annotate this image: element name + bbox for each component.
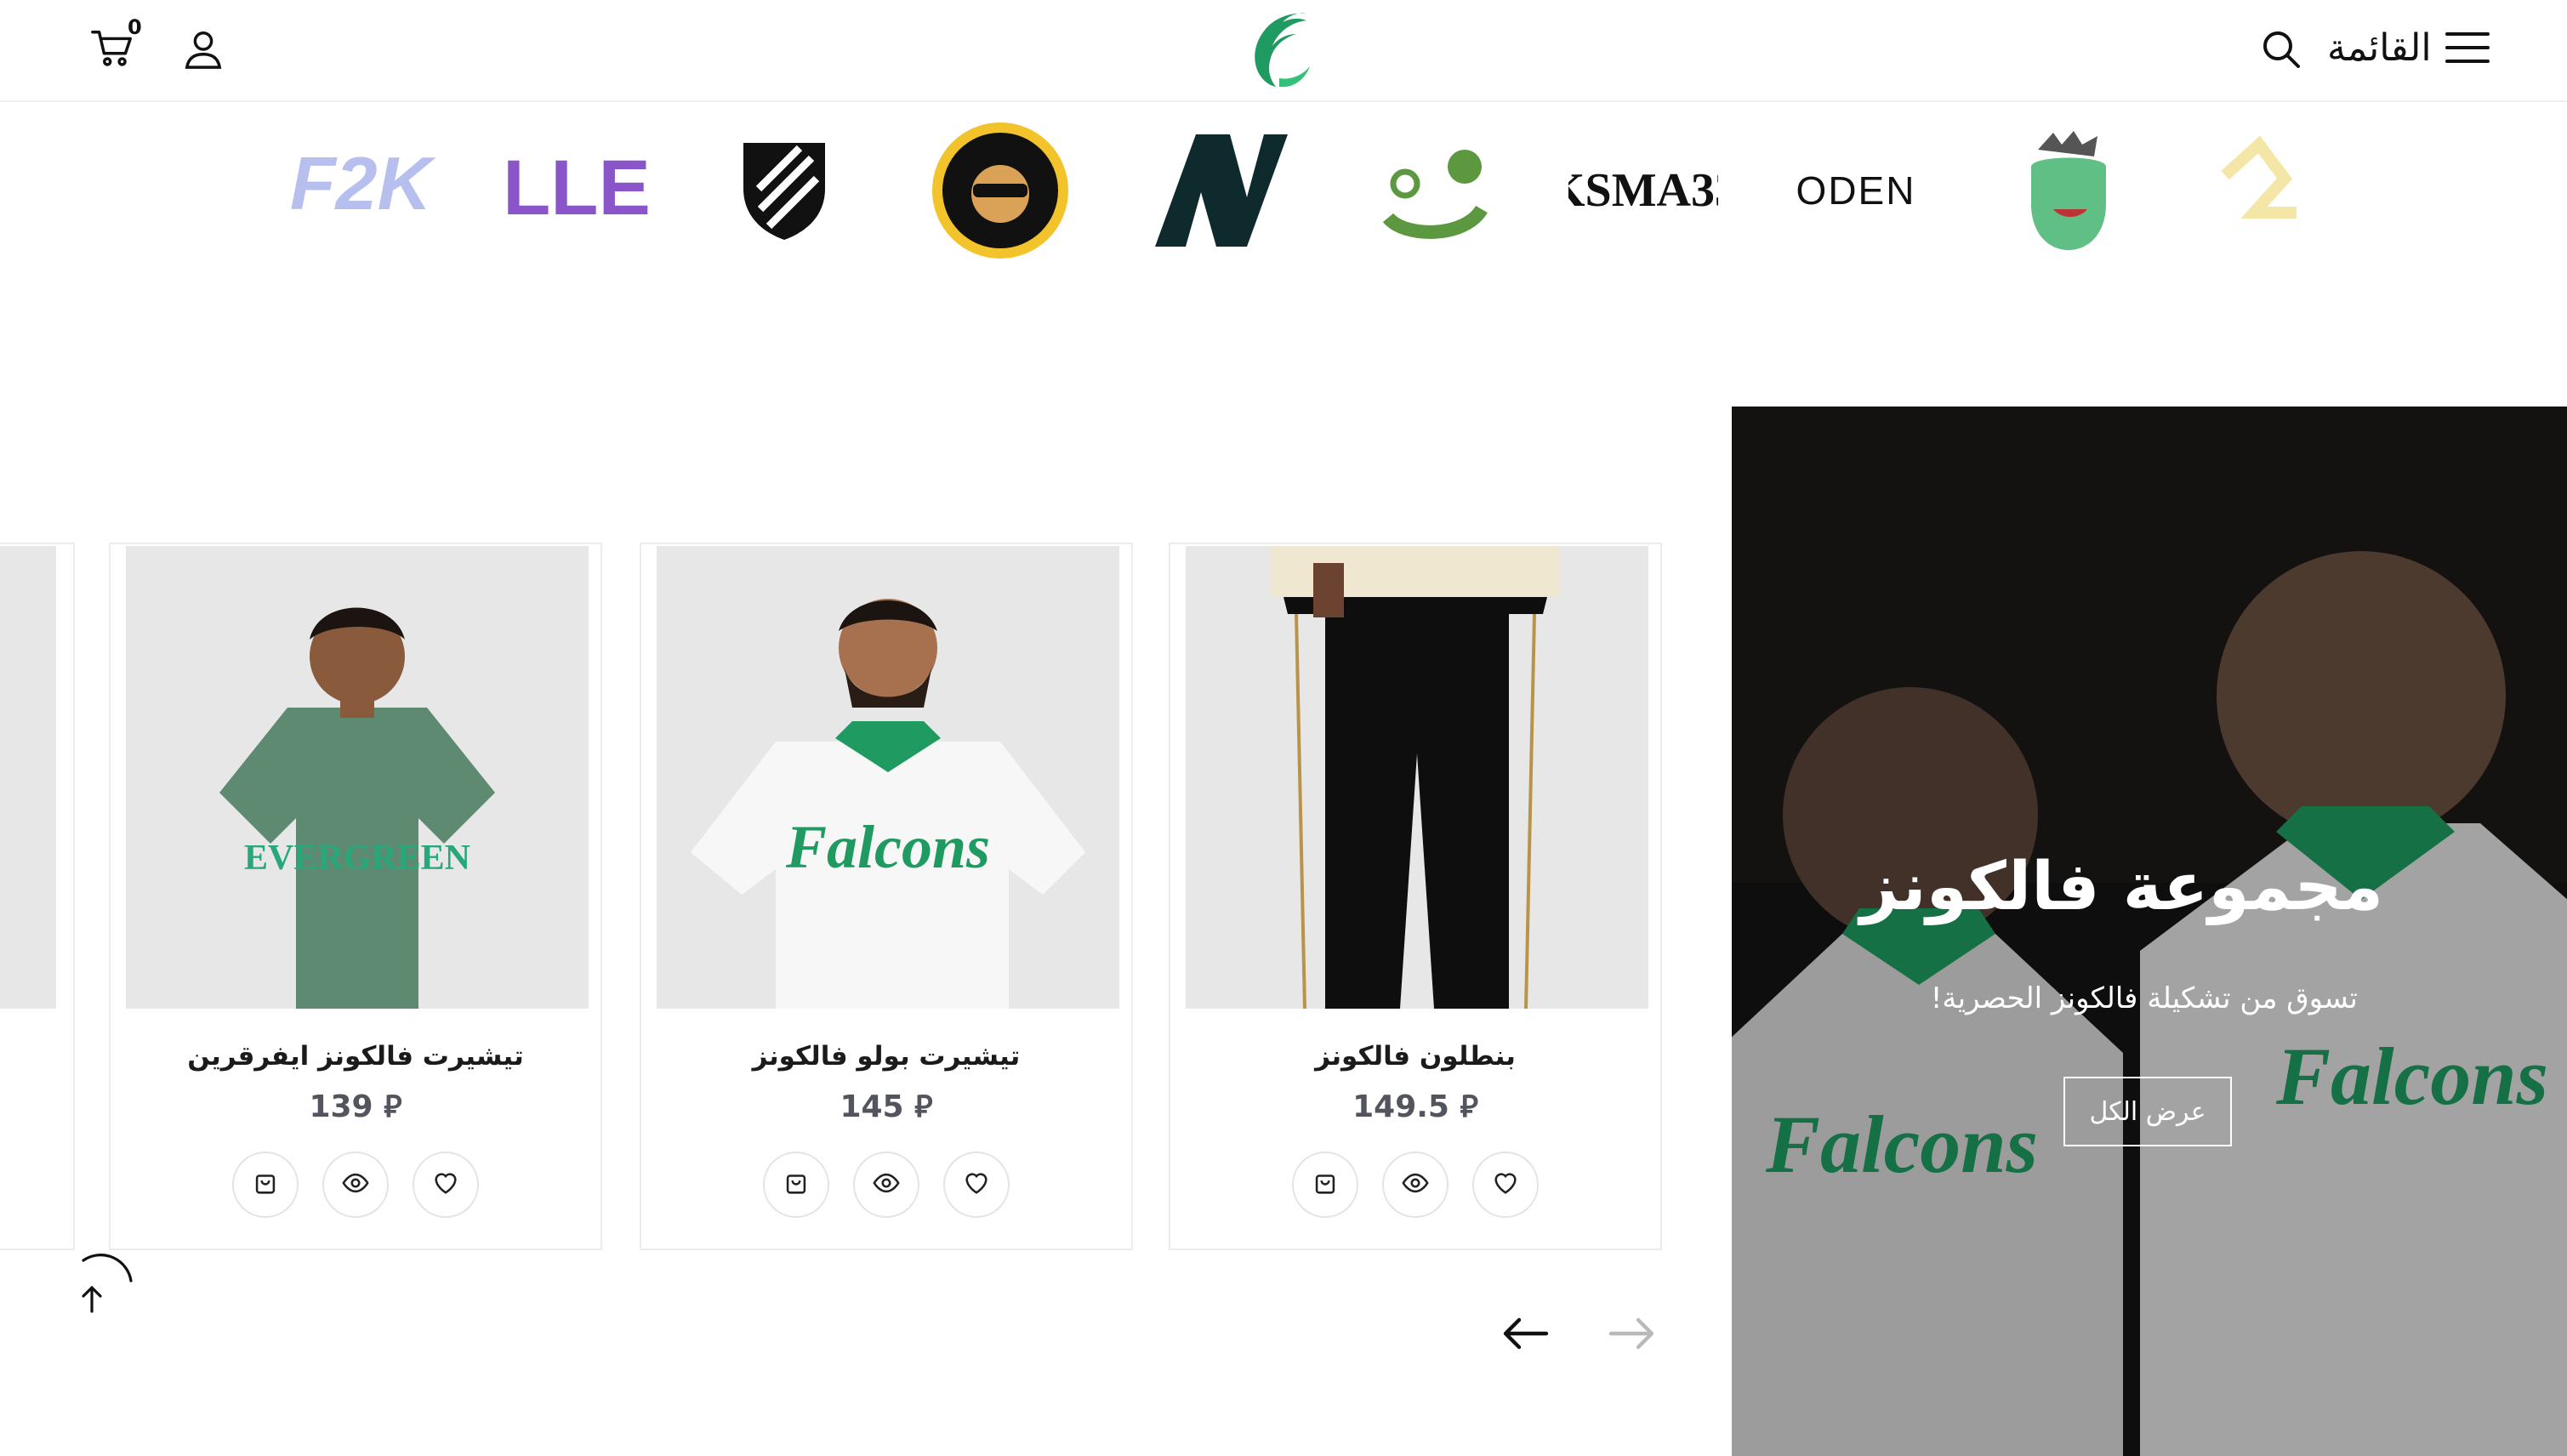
add-to-cart-button[interactable] xyxy=(763,1152,829,1218)
product-price: 139 ⃁ xyxy=(309,1089,402,1124)
heart-icon xyxy=(962,1169,991,1201)
add-to-cart-button[interactable] xyxy=(1292,1152,1358,1218)
svg-text:EVERGREEN: EVERGREEN xyxy=(244,839,470,878)
hero-photo: Falcons Falcons xyxy=(1732,407,2567,1456)
product-image[interactable]: Falcons xyxy=(657,546,1119,1009)
brand-mascot-logo[interactable] xyxy=(1994,116,2143,265)
carousel-next-arrow-icon[interactable] xyxy=(1604,1306,1659,1361)
shopping-bag-icon xyxy=(1311,1169,1340,1201)
shopping-bag-icon xyxy=(782,1169,811,1201)
quick-view-button[interactable] xyxy=(853,1152,919,1218)
scroll-to-top-icon[interactable] xyxy=(66,1250,134,1318)
heart-icon xyxy=(431,1169,460,1201)
product-price: 149.5 ⃁ xyxy=(1352,1089,1478,1124)
menu-button[interactable]: القائمة xyxy=(2327,20,2491,75)
search-icon[interactable] xyxy=(2259,27,2303,71)
wishlist-button[interactable] xyxy=(943,1152,1010,1218)
brand-oden-logo[interactable]: ODEN xyxy=(1781,116,1931,265)
svg-text:Falcons: Falcons xyxy=(785,813,990,881)
product-card[interactable]: Falcons تيشيرت بولو فالكونز 145 ⃁ xyxy=(640,543,1133,1250)
product-name[interactable]: تيشيرت بولو فالكونز xyxy=(641,1041,1131,1072)
product-card[interactable]: بنطلون فالكونز 149.5 ⃁ xyxy=(1169,543,1662,1250)
product-card[interactable]: EVERGREEN تيشيرت فالكونز ايفرقرين 139 ⃁ xyxy=(109,543,602,1250)
product-actions xyxy=(111,1152,600,1218)
brand-lle-logo[interactable]: LLE xyxy=(502,116,652,265)
product-name[interactable]: بنطلون فالكونز xyxy=(1170,1041,1660,1072)
user-icon[interactable] xyxy=(182,27,225,71)
collection-hero-banner[interactable]: Falcons Falcons مجموعة فالكونز تسوق من ت… xyxy=(1732,407,2567,1456)
eye-icon xyxy=(1401,1169,1430,1201)
carousel-prev-arrow-icon[interactable] xyxy=(1499,1306,1553,1361)
eye-icon xyxy=(872,1169,901,1201)
svg-text:F2K: F2K xyxy=(290,141,435,225)
svg-text:KSMA33: KSMA33 xyxy=(1568,164,1718,217)
brand-green-arabic-logo[interactable] xyxy=(1354,116,1504,265)
quick-view-button[interactable] xyxy=(1382,1152,1449,1218)
brand-ksma33-logo[interactable]: KSMA33 xyxy=(1568,116,1718,265)
product-name[interactable]: تيشيرت فالكونز ايفرقرين xyxy=(111,1041,600,1072)
site-header: 0 القائمة xyxy=(0,0,2567,102)
product-image[interactable]: EVERGREEN xyxy=(126,546,589,1009)
brand-n-logo[interactable] xyxy=(1141,116,1291,265)
wishlist-button[interactable] xyxy=(1472,1152,1539,1218)
wishlist-button[interactable] xyxy=(413,1152,479,1218)
menu-label: القائمة xyxy=(2327,26,2432,70)
product-actions xyxy=(641,1152,1131,1218)
svg-text:LLE: LLE xyxy=(503,145,651,231)
brand-f2k-logo[interactable]: F2K xyxy=(286,116,435,265)
heart-icon xyxy=(1491,1169,1520,1201)
hero-subtitle: تسوق من تشكيلة فالكونز الحصرية! xyxy=(1930,981,2358,1015)
brand-carousel: F2K LLE KSMA33 ODEN xyxy=(0,104,2567,274)
brand-yellow-logo[interactable] xyxy=(2191,116,2341,265)
falcons-logo[interactable] xyxy=(1245,9,1320,88)
product-price: 145 ⃁ xyxy=(840,1089,933,1124)
product-card-partial[interactable] xyxy=(0,543,75,1250)
hamburger-icon xyxy=(2444,29,2491,66)
product-actions xyxy=(1170,1152,1660,1218)
hero-title: مجموعة فالكونز xyxy=(1859,849,2383,925)
shopping-bag-icon xyxy=(251,1169,280,1201)
view-all-button[interactable]: عرض الكل xyxy=(2063,1077,2232,1146)
eye-icon xyxy=(341,1169,370,1201)
cart-count-badge: 0 xyxy=(128,15,142,39)
quick-view-button[interactable] xyxy=(322,1152,389,1218)
svg-text:ODEN: ODEN xyxy=(1796,168,1916,213)
product-image[interactable] xyxy=(1186,546,1648,1009)
add-to-cart-button[interactable] xyxy=(232,1152,299,1218)
brand-sunglasses-logo[interactable] xyxy=(925,116,1075,265)
brand-shield-logo[interactable] xyxy=(709,116,859,265)
